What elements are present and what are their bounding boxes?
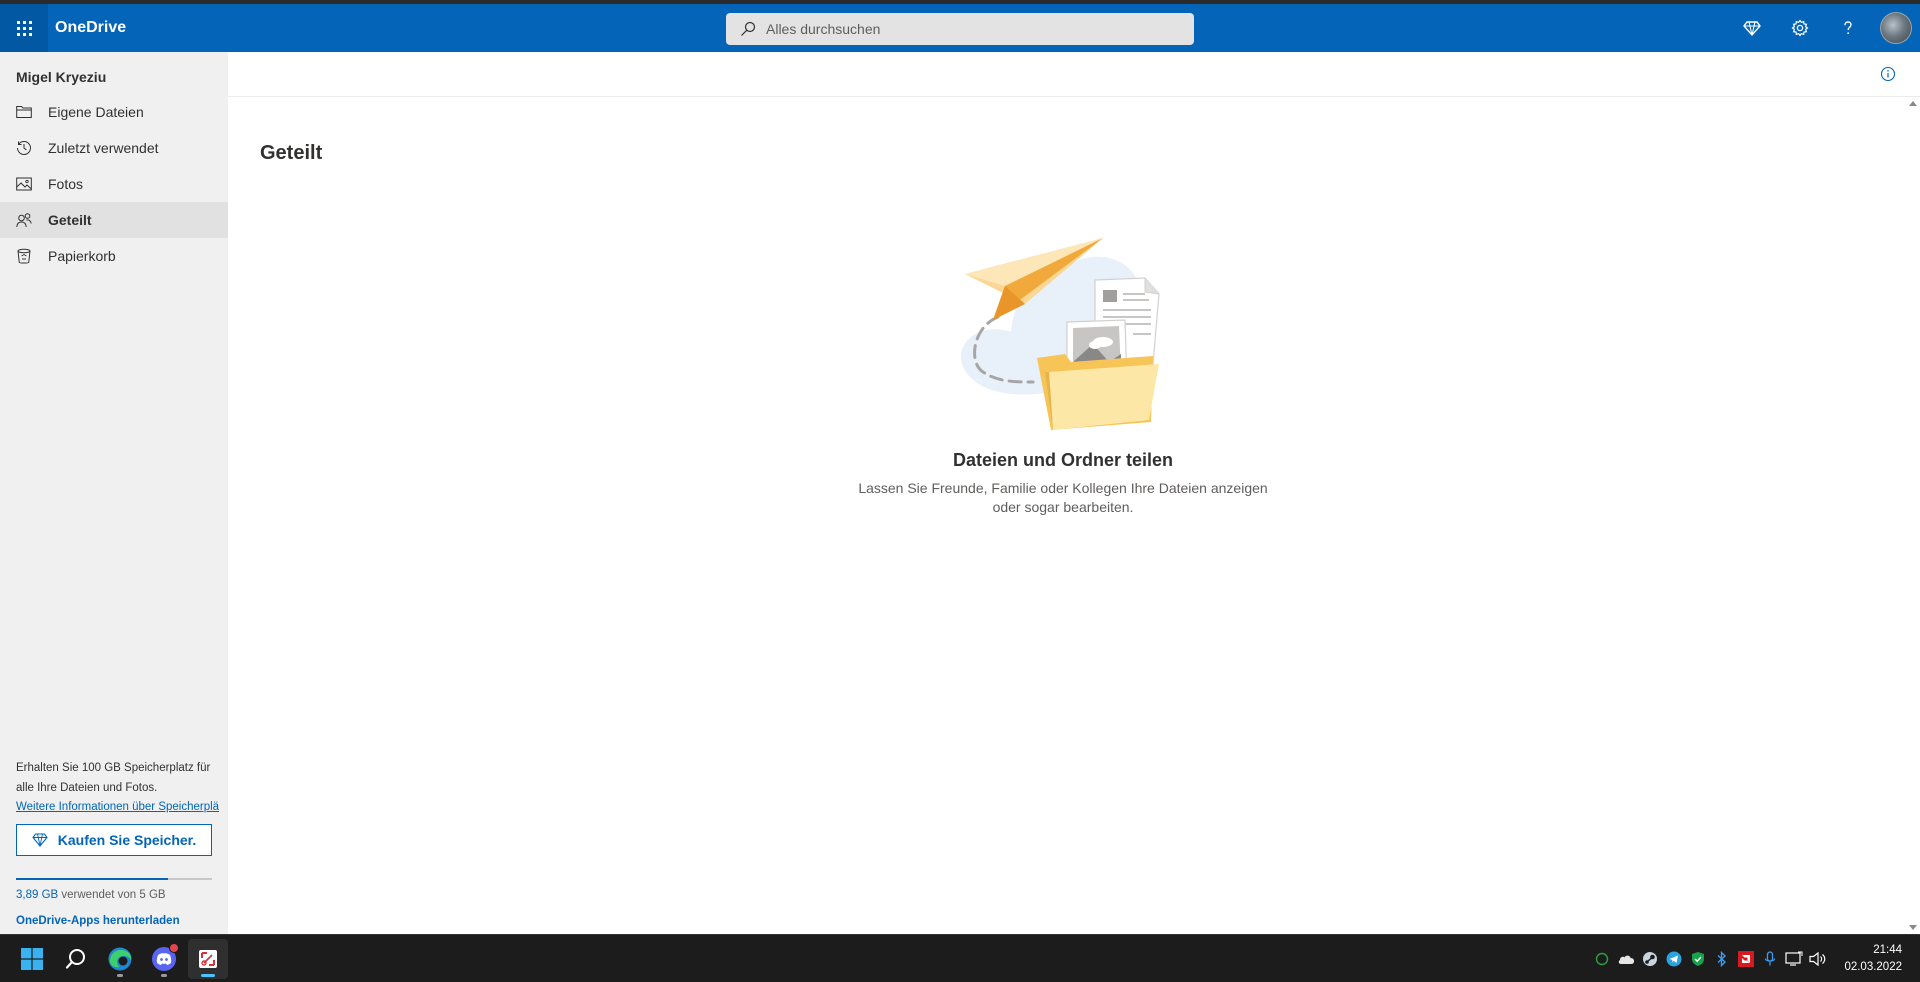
nav-item-label: Geteilt (48, 212, 92, 228)
nav-item-recycle-bin[interactable]: Papierkorb (0, 238, 228, 274)
search-input[interactable] (766, 21, 1166, 37)
taskbar-snipping-button[interactable] (188, 939, 228, 979)
user-name: Migel Kryeziu (16, 69, 107, 85)
empty-state-description: Lassen Sie Freunde, Familie oder Kollege… (858, 480, 1268, 515)
nav-item-photos[interactable]: Fotos (0, 166, 228, 202)
telegram-icon[interactable] (1664, 949, 1684, 969)
nav-item-my-files[interactable]: Eigene Dateien (0, 94, 228, 130)
system-tray: 21:44 02.03.2022 (1590, 935, 1920, 982)
search-box[interactable] (726, 13, 1194, 45)
nav-item-label: Papierkorb (48, 248, 116, 264)
storage-info-link[interactable]: Weitere Informationen über Speicherplä (16, 798, 228, 816)
storage-panel: Erhalten Sie 100 GB Speicherplatz für al… (16, 758, 219, 934)
nav-item-label: Zuletzt verwendet (48, 140, 159, 156)
taskbar-apps (12, 939, 232, 979)
running-indicator (161, 974, 167, 977)
volume-icon[interactable] (1808, 949, 1828, 969)
search-icon (741, 21, 756, 36)
clock-date: 02.03.2022 (1844, 961, 1902, 973)
waffle-icon (16, 20, 32, 36)
search-icon (65, 949, 85, 969)
details-pane-button[interactable] (1878, 64, 1898, 84)
premium-button[interactable] (1728, 4, 1776, 52)
scroll-up-arrow[interactable] (1909, 101, 1917, 106)
nav-item-shared[interactable]: Geteilt (0, 202, 228, 238)
storage-total: verwendet von 5 GB (58, 889, 166, 901)
nav-item-recent[interactable]: Zuletzt verwendet (0, 130, 228, 166)
onedrive-cloud-icon[interactable] (1616, 949, 1636, 969)
storage-promo-text: Erhalten Sie 100 GB Speicherplatz für al… (16, 762, 211, 794)
scroll-down-arrow[interactable] (1909, 925, 1917, 930)
clock[interactable]: 21:44 02.03.2022 (1844, 942, 1902, 976)
page-title: Geteilt (260, 142, 323, 164)
recycle-bin-icon (16, 248, 32, 264)
diamond-icon (32, 833, 48, 847)
taskbar-search-button[interactable] (56, 939, 96, 979)
amd-icon[interactable] (1736, 949, 1756, 969)
tray-app-icon[interactable] (1592, 949, 1612, 969)
snipping-tool-icon (199, 950, 217, 968)
left-nav: Migel Kryeziu Eigene Dateien Zuletzt ver… (0, 52, 228, 934)
empty-state-title: Dateien und Ordner teilen (952, 450, 1174, 470)
start-button[interactable] (12, 939, 52, 979)
notification-badge (169, 943, 179, 953)
microphone-icon[interactable] (1760, 949, 1780, 969)
avatar[interactable] (1880, 12, 1912, 44)
help-button[interactable] (1824, 4, 1872, 52)
edge-icon (108, 947, 132, 971)
storage-quota-bar (16, 878, 212, 880)
gear-icon (1791, 19, 1809, 37)
security-icon[interactable] (1688, 949, 1708, 969)
active-indicator (201, 974, 215, 977)
main-content: Geteilt Dateien und Ordner teilen Lassen… (228, 52, 1920, 934)
buy-storage-button[interactable]: Kaufen Sie Speicher. (16, 824, 212, 856)
help-icon (1844, 21, 1852, 35)
storage-used[interactable]: 3,89 GB (16, 889, 58, 901)
vertical-scrollbar[interactable] (1906, 97, 1920, 934)
photo-icon (16, 176, 32, 192)
taskbar-discord-button[interactable] (144, 939, 184, 979)
buy-storage-label: Kaufen Sie Speicher. (57, 832, 197, 848)
command-bar (228, 52, 1920, 97)
taskbar: 21:44 02.03.2022 (0, 934, 1920, 982)
suite-header: OneDrive (0, 4, 1920, 52)
storage-quota-text: 3,89 GB verwendet von 5 GB (16, 889, 212, 901)
taskbar-edge-button[interactable] (100, 939, 140, 979)
network-icon[interactable] (1784, 949, 1804, 969)
settings-button[interactable] (1776, 4, 1824, 52)
info-icon (1880, 66, 1896, 82)
recent-icon (16, 140, 32, 156)
steam-icon[interactable] (1640, 949, 1660, 969)
app-launcher-button[interactable] (0, 4, 48, 52)
running-indicator (117, 974, 123, 977)
windows-icon (21, 948, 43, 970)
bluetooth-icon[interactable] (1712, 949, 1732, 969)
get-apps-link[interactable]: OneDrive-Apps herunterladen (16, 915, 212, 927)
clock-time: 21:44 (1873, 944, 1902, 956)
header-actions (1728, 4, 1920, 52)
diamond-icon (1743, 21, 1761, 37)
storage-quota-fill (16, 878, 169, 880)
nav-item-label: Eigene Dateien (48, 104, 144, 120)
empty-state: Dateien und Ordner teilen Lassen Sie Fre… (228, 222, 1898, 517)
folder-icon (16, 104, 32, 120)
share-illustration (961, 238, 1160, 430)
nav-item-label: Fotos (48, 176, 84, 192)
shared-icon (16, 212, 32, 228)
app-name[interactable]: OneDrive (55, 19, 126, 37)
